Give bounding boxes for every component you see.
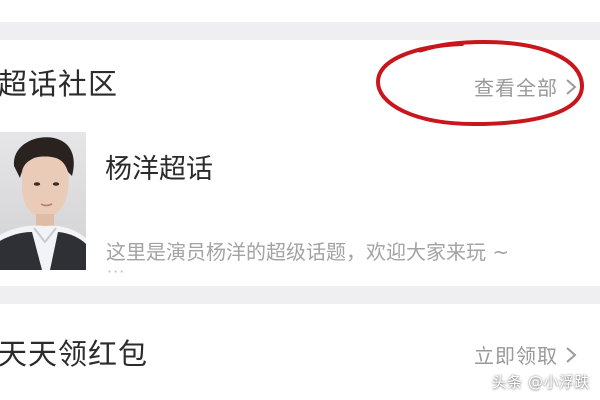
claim-now-label: 立即领取 (474, 344, 558, 368)
claim-now-button[interactable]: 立即领取 (474, 340, 578, 369)
red-packet-title: 天天领红包 (0, 337, 149, 371)
chevron-right-icon (566, 78, 577, 95)
topic-avatar (0, 132, 86, 270)
topic-description: 这里是演员杨洋的超级话题，欢迎大家来玩 ~ (106, 240, 510, 264)
topic-name: 杨洋超话 (105, 154, 213, 185)
see-all-label: 查看全部 (474, 76, 558, 100)
watermark: 头条 @小浮跌 (491, 373, 590, 391)
previous-card (0, 0, 600, 22)
portrait-photo (0, 137, 86, 270)
topic-description-ellipsis: ··· (107, 262, 126, 281)
chevron-right-icon (566, 346, 577, 363)
super-topic-item[interactable]: 杨洋超话 这里是演员杨洋的超级话题，欢迎大家来玩 ~ ··· (0, 132, 600, 280)
super-topic-section-title: 超话社区 (0, 67, 119, 101)
see-all-button[interactable]: 查看全部 (474, 72, 578, 101)
super-topic-card: 超话社区 查看全部 杨洋超话 这里是演员杨洋的超级话题，欢迎大家来玩 ~ ··· (0, 40, 600, 286)
